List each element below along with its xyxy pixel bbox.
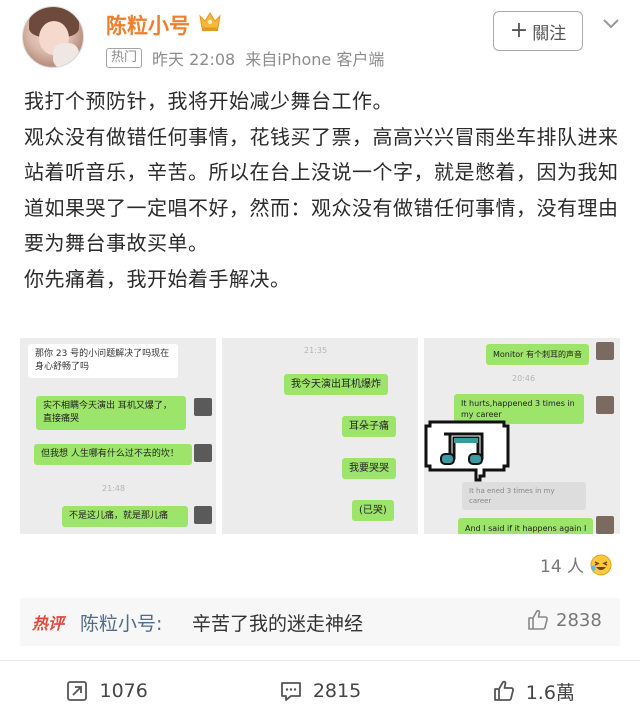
laughing-emoji-icon [590, 554, 612, 575]
post-source: 来自iPhone 客户端 [245, 50, 385, 69]
image-grid: 那你 23 号的小问题解决了吗现在身心舒畅了吗 实不相瞒今天演出 耳机又爆了，直… [20, 338, 620, 534]
comment-like-button[interactable]: 2838 [526, 608, 602, 632]
chat-bubble: And I said if it happens again I [458, 518, 594, 534]
avatar [194, 444, 212, 462]
plus-icon: + [509, 18, 529, 43]
post-header: 陈粒小号 热门 昨天 22:08 来自iPhone 客户端 + 關注 [0, 0, 640, 78]
avatar[interactable] [22, 6, 84, 68]
post-paragraph: 我打个预防针，我将开始减少舞台工作。 [24, 89, 393, 113]
chat-bubble: 我今天演出耳机爆炸 [284, 374, 388, 395]
reaction-summary[interactable]: 14 人 [540, 552, 612, 577]
follow-button[interactable]: + 關注 [493, 11, 583, 51]
chat-bubble: 那你 23 号的小问题解决了吗现在身心舒畅了吗 [28, 344, 178, 378]
post-meta: 热门 昨天 22:08 来自iPhone 客户端 [106, 46, 384, 70]
comment-count: 2815 [312, 680, 362, 702]
chat-bubble: 耳朵子痛 [342, 416, 396, 437]
post-body: 我打个预防针，我将开始减少舞台工作。 观众没有做错任何事情，花钱买了票，高高兴兴… [24, 84, 624, 297]
chat-bubble: 但我想 人生哪有什么过不去的坎！ [34, 444, 192, 465]
avatar [596, 342, 614, 360]
reaction-count: 14 人 [540, 557, 585, 577]
music-note-icon [424, 420, 510, 482]
repost-icon [67, 681, 88, 701]
chat-bubble: 实不相瞒今天演出 耳机又爆了，直接痛哭 [36, 396, 186, 430]
repost-button[interactable]: 1076 [0, 668, 213, 714]
chat-screenshot-2[interactable]: 21:35 我今天演出耳机爆炸 耳朵子痛 我要哭哭 (已哭) [222, 338, 418, 534]
chevron-down-icon[interactable] [600, 12, 622, 34]
follow-label: 關注 [532, 23, 567, 44]
thumbs-up-icon [493, 680, 514, 701]
chat-screenshot-1[interactable]: 那你 23 号的小问题解决了吗现在身心舒畅了吗 实不相瞒今天演出 耳机又爆了，直… [20, 338, 216, 534]
like-button[interactable]: 1.6萬 [427, 668, 640, 714]
chat-time: 21:48 [102, 484, 126, 493]
crown-icon [199, 12, 221, 31]
hot-comment-tag: 热评 [32, 614, 65, 633]
action-bar: 1076 2815 1.6萬 [0, 668, 640, 714]
post-time: 昨天 22:08 [152, 50, 236, 69]
avatar [596, 516, 614, 534]
comment-button[interactable]: 2815 [213, 668, 426, 714]
hot-comment[interactable]: 热评 陈粒小号: 辛苦了我的迷走神经 2838 [20, 598, 620, 646]
comment-icon [280, 682, 301, 701]
divider [0, 660, 640, 661]
hot-badge: 热门 [106, 48, 143, 68]
comment-author[interactable]: 陈粒小号: [80, 609, 162, 636]
avatar [194, 398, 212, 416]
chat-bubble: (已哭) [352, 500, 394, 521]
chat-bubble: 我要哭哭 [342, 458, 396, 479]
author-name[interactable]: 陈粒小号 [106, 10, 190, 40]
post-paragraph: 你先痛着，我开始着手解决。 [24, 266, 291, 291]
chat-bubble: Monitor 有个刺耳的声音 [486, 344, 589, 365]
chat-time: 21:35 [304, 346, 328, 355]
chat-bubble: 不是这儿痛，就是那儿痛 [62, 506, 188, 527]
post-paragraph: 观众没有做错任何事情，花钱买了票，高高兴兴冒雨坐车排队进来站着听音乐，辛苦。所以… [24, 124, 619, 256]
chat-time: 20:46 [512, 374, 536, 383]
avatar [194, 506, 212, 524]
like-count: 1.6萬 [525, 681, 575, 704]
avatar [596, 396, 614, 414]
thumbs-up-icon [528, 609, 548, 630]
repost-count: 1076 [99, 680, 148, 702]
chat-screenshot-3[interactable]: Monitor 有个刺耳的声音 20:46 It hurts,happened … [424, 338, 620, 534]
comment-like-count: 2838 [556, 609, 602, 631]
comment-text: 辛苦了我的迷走神经 [192, 613, 364, 635]
